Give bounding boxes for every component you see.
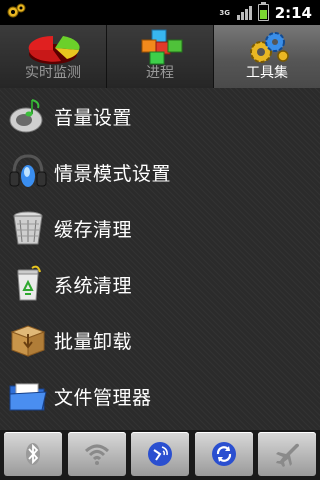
tab-label: 进程 [146, 65, 174, 81]
trash-can-icon [13, 211, 43, 245]
tab-process[interactable]: 进程 [107, 25, 214, 88]
speaker-icon [9, 99, 43, 133]
menu-item-label: 缓存清理 [54, 218, 133, 241]
tab-bar: 实时监测 进程 工具集 [0, 25, 320, 88]
wifi-icon [84, 444, 109, 465]
menu-item-label: 系统清理 [54, 274, 133, 297]
menu-item-batch-uninstall[interactable]: 批量卸载 [0, 312, 320, 368]
signal-icon [236, 5, 252, 20]
menu-item-profile-settings[interactable]: 情景模式设置 [0, 144, 320, 200]
tools-menu: 音量设置 情景模式设置 缓存清理 系统清理 批量卸载 文件管理器 [0, 88, 320, 430]
sync-toggle-button[interactable] [194, 432, 253, 476]
gear-icon [7, 3, 26, 18]
bluetooth-toggle-button[interactable] [4, 432, 62, 476]
airplane-mode-toggle-button[interactable] [258, 432, 316, 476]
menu-item-label: 文件管理器 [54, 386, 152, 409]
tab-label: 实时监测 [25, 65, 81, 81]
menu-item-label: 情景模式设置 [54, 162, 172, 185]
gps-icon [148, 442, 172, 466]
tab-toolset[interactable]: 工具集 [214, 25, 320, 88]
battery-icon [257, 2, 269, 21]
status-bar: 3G 2:14 [0, 0, 320, 25]
tab-label: 工具集 [246, 65, 288, 81]
airplane-icon [276, 443, 299, 467]
headphones-icon [9, 154, 47, 187]
bluetooth-icon [26, 443, 40, 465]
folder-icon [9, 383, 47, 411]
wifi-toggle-button[interactable] [67, 432, 126, 476]
menu-item-label: 音量设置 [54, 106, 133, 129]
menu-item-file-manager[interactable]: 文件管理器 [0, 368, 320, 424]
tab-realtime-monitor[interactable]: 实时监测 [0, 25, 107, 88]
recycle-bin-icon [17, 265, 41, 301]
sync-icon [211, 442, 236, 466]
menu-item-volume-settings[interactable]: 音量设置 [0, 88, 320, 144]
network-type: 3G [219, 8, 230, 17]
quick-toggle-bar [0, 430, 320, 480]
menu-item-label: 批量卸载 [54, 330, 133, 353]
gps-toggle-button[interactable] [131, 432, 189, 476]
box-icon [10, 325, 46, 357]
menu-item-cache-cleanup[interactable]: 缓存清理 [0, 200, 320, 256]
clock: 2:14 [274, 3, 312, 22]
menu-item-system-cleanup[interactable]: 系统清理 [0, 256, 320, 312]
